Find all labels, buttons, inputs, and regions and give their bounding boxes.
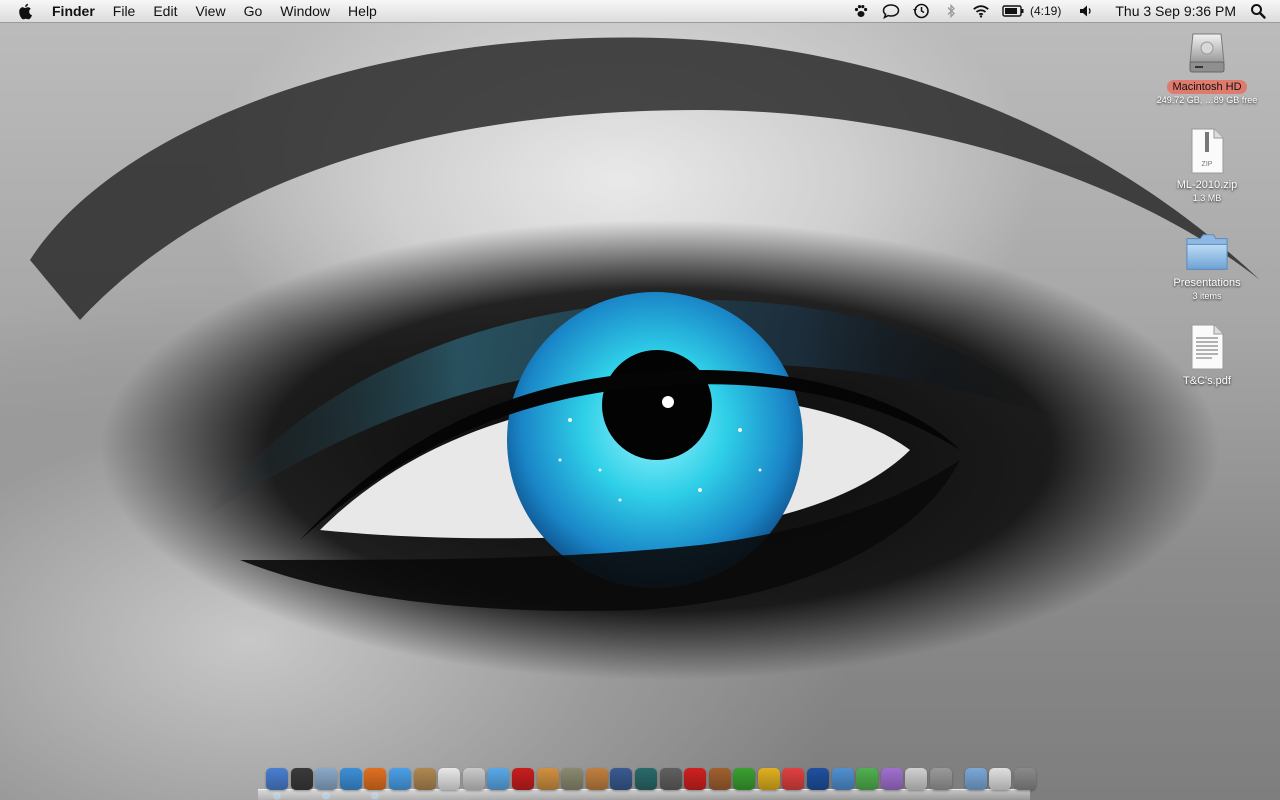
dock xyxy=(258,764,1036,800)
running-indicator xyxy=(275,794,279,798)
desktop-icon-presentations[interactable]: Presentations 3 items xyxy=(1147,224,1267,301)
time-machine-icon[interactable] xyxy=(912,2,930,20)
grid-app-icon[interactable] xyxy=(905,768,928,790)
desktop-icon-ml-2010-zip[interactable]: ZIP ML-2010.zip 1.3 MB xyxy=(1147,126,1267,203)
app-red-icon[interactable] xyxy=(511,768,534,790)
garageband-icon[interactable] xyxy=(585,768,608,790)
zip-badge: ZIP xyxy=(1202,161,1213,168)
safari-icon[interactable] xyxy=(339,768,362,790)
dock-items xyxy=(266,768,1038,798)
status-area: (4:19) Thu 3 Sep 9:36 PM xyxy=(846,0,1280,22)
applications-folder-icon[interactable] xyxy=(964,768,987,790)
bowl-app-icon[interactable] xyxy=(708,768,731,790)
zip-file-icon: ZIP xyxy=(1185,126,1229,174)
purple-app-icon[interactable] xyxy=(880,768,903,790)
desktop-icon-tcs-pdf[interactable]: T&C's.pdf xyxy=(1147,322,1267,388)
utility-tool-icon[interactable] xyxy=(561,768,584,790)
menubar-clock[interactable]: Thu 3 Sep 9:36 PM xyxy=(1115,3,1236,19)
desktop-icon-info: 3 items xyxy=(1192,291,1222,301)
ical-icon[interactable] xyxy=(438,768,461,790)
desktop-icon-label: T&C's.pdf xyxy=(1183,375,1231,387)
desktop-icon-label: ML-2010.zip xyxy=(1176,179,1238,191)
eye-wallpaper-art xyxy=(30,37,1260,680)
itunes-icon[interactable] xyxy=(487,768,510,790)
paw-icon[interactable] xyxy=(852,2,870,20)
menu-edit[interactable]: Edit xyxy=(153,3,177,19)
photo-booth-icon[interactable] xyxy=(659,768,682,790)
trash-icon[interactable] xyxy=(1013,768,1036,790)
documents-stack-icon[interactable] xyxy=(989,768,1012,790)
preview-icon[interactable] xyxy=(462,768,485,790)
menu-go[interactable]: Go xyxy=(244,3,263,19)
desktop-wallpaper xyxy=(0,0,1280,800)
search-icon[interactable] xyxy=(1250,3,1268,19)
plant-app-icon[interactable] xyxy=(856,768,879,790)
menu-file[interactable]: File xyxy=(113,3,136,19)
network-icon[interactable] xyxy=(831,768,854,790)
keychain-icon[interactable] xyxy=(757,768,780,790)
apple-logo-icon[interactable] xyxy=(18,2,34,20)
wifi-icon[interactable] xyxy=(972,2,990,20)
desktop-icon-info: 1.3 MB xyxy=(1192,193,1222,203)
finder-icon[interactable] xyxy=(266,768,288,798)
hard-drive-icon xyxy=(1185,28,1229,76)
pdf-document-icon xyxy=(1185,322,1229,370)
menu-window[interactable]: Window xyxy=(280,3,330,19)
desktop-icon-label: Presentations xyxy=(1173,277,1241,289)
menu-app-name[interactable]: Finder xyxy=(52,3,95,19)
mail-icon[interactable] xyxy=(315,768,338,798)
volume-icon[interactable] xyxy=(1077,2,1095,20)
time-machine-icon[interactable] xyxy=(634,768,657,790)
google-earth-icon[interactable] xyxy=(807,768,830,790)
speech-bubble-icon[interactable] xyxy=(882,2,900,20)
spotify-icon[interactable] xyxy=(733,768,756,790)
folder-icon xyxy=(1185,224,1229,272)
desktop-icon-macintosh-hd[interactable]: Macintosh HD 249.72 GB, …89 GB free xyxy=(1147,28,1267,105)
desktop-icon-info: 249.72 GB, …89 GB free xyxy=(1156,95,1258,105)
menu-help[interactable]: Help xyxy=(348,3,377,19)
spaces-icon[interactable] xyxy=(610,768,633,790)
menu-bar: Finder File Edit View Go Window Help (4:… xyxy=(0,0,1280,23)
bluetooth-icon[interactable] xyxy=(942,2,960,20)
system-preferences-icon[interactable] xyxy=(930,768,953,790)
address-book-icon[interactable] xyxy=(413,768,436,790)
chrome-app-icon[interactable] xyxy=(782,768,805,790)
battery-icon[interactable] xyxy=(1002,2,1024,20)
firefox-icon[interactable] xyxy=(364,768,387,798)
ichat-icon[interactable] xyxy=(388,768,411,790)
games-icon[interactable] xyxy=(684,768,707,790)
desktop-icon-label: Macintosh HD xyxy=(1167,80,1247,94)
menu-view[interactable]: View xyxy=(195,3,225,19)
dashboard-icon[interactable] xyxy=(290,768,313,790)
battery-time[interactable]: (4:19) xyxy=(1030,4,1061,18)
iphoto-icon[interactable] xyxy=(536,768,559,790)
